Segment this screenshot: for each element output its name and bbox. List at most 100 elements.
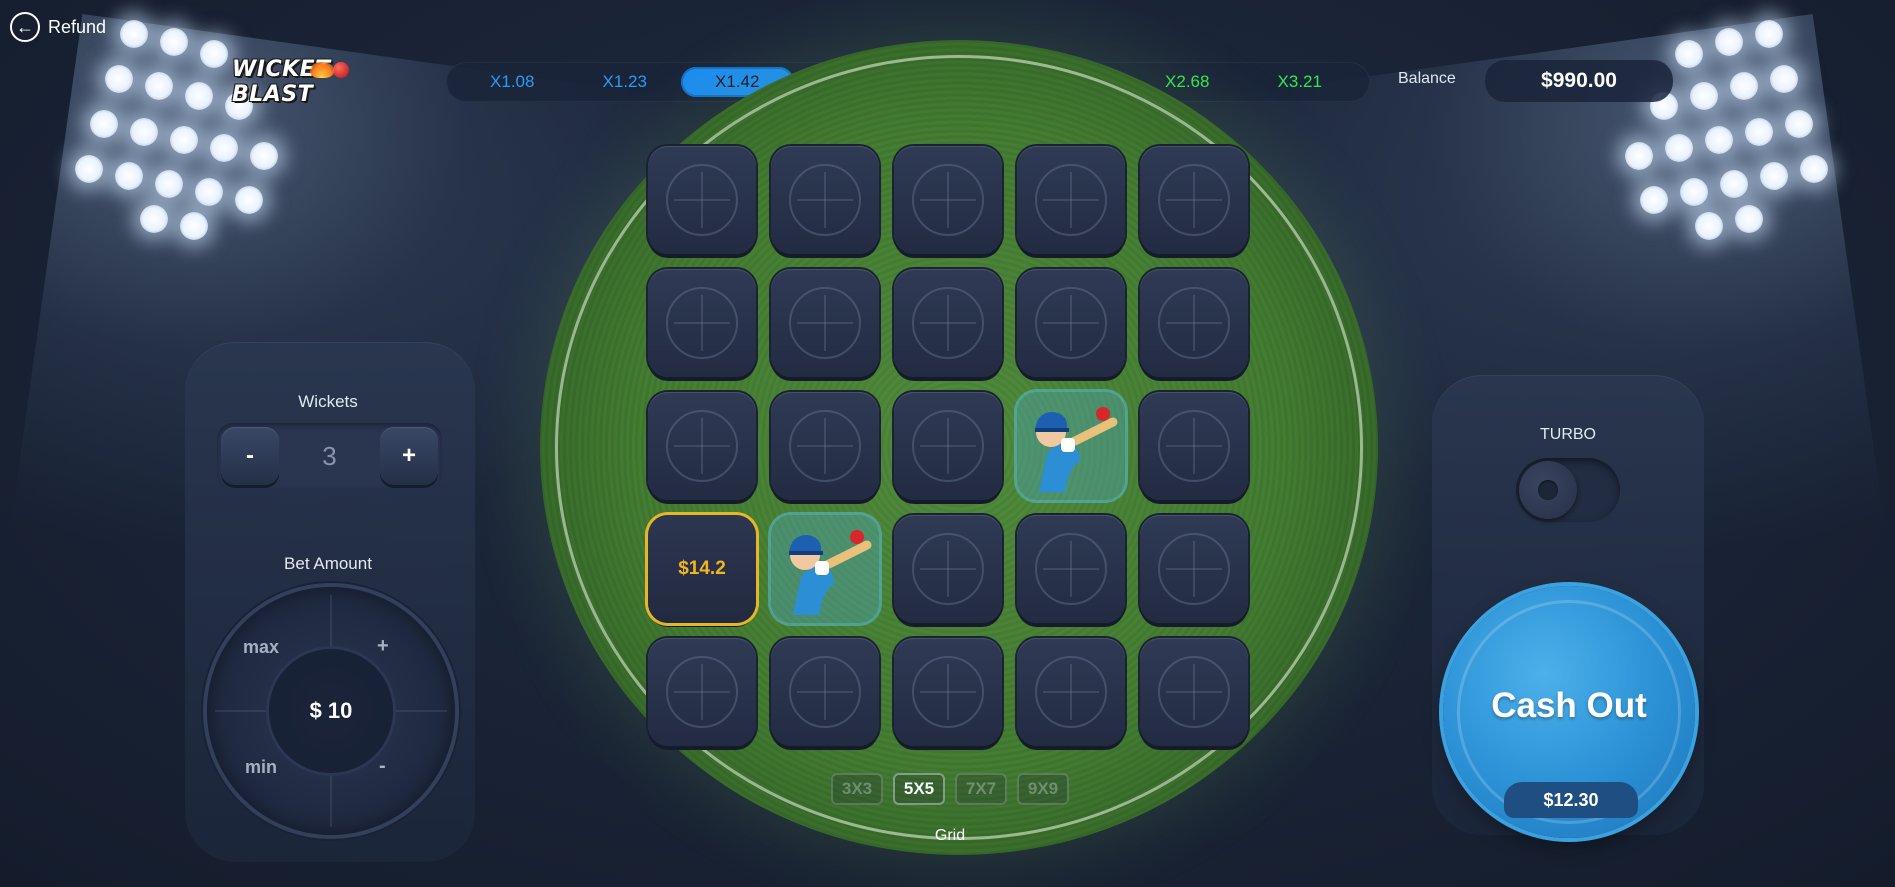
wickets-increase-button[interactable]: +	[380, 427, 438, 485]
crosshair-icon	[1158, 410, 1230, 482]
floodlight-bulb	[115, 162, 143, 190]
floodlight-bulb	[1695, 212, 1723, 240]
multiplier-step: X3.21	[1277, 72, 1322, 91]
board-tile[interactable]	[1017, 638, 1125, 746]
crosshair-icon	[912, 410, 984, 482]
toggle-knob	[1519, 461, 1577, 519]
board-tile-revealed-batter[interactable]	[771, 515, 879, 623]
floodlight-bulb	[1720, 170, 1748, 198]
crosshair-icon	[1158, 287, 1230, 359]
turbo-toggle[interactable]	[1516, 458, 1620, 522]
wickets-decrease-button[interactable]: -	[221, 427, 279, 485]
board-tile[interactable]	[894, 269, 1002, 377]
crosshair-icon	[1035, 287, 1107, 359]
floodlight-left-icon	[60, 20, 290, 240]
cash-out-amount: $12.30	[1504, 782, 1638, 818]
board-tile[interactable]	[1017, 515, 1125, 623]
cash-out-button[interactable]: Cash Out $12.30	[1443, 586, 1695, 838]
bet-increase-button[interactable]: +	[377, 635, 389, 658]
game-logo: WICKETBLAST	[232, 57, 408, 107]
floodlight-bulb	[120, 20, 148, 48]
floodlight-bulb	[1785, 110, 1813, 138]
board-tile[interactable]	[1140, 392, 1248, 500]
board-tile[interactable]	[1140, 515, 1248, 623]
balance-value: $990.00	[1485, 60, 1673, 102]
crosshair-icon	[789, 410, 861, 482]
grid-size-button[interactable]: 5X5	[893, 773, 945, 805]
board-tile[interactable]	[771, 146, 879, 254]
board-tile[interactable]	[648, 638, 756, 746]
crosshair-icon	[1158, 533, 1230, 605]
grid-size-button[interactable]: 9X9	[1017, 773, 1069, 805]
board-tile[interactable]	[1140, 146, 1248, 254]
crosshair-icon	[912, 656, 984, 728]
board-tile[interactable]	[648, 392, 756, 500]
floodlight-bulb	[140, 205, 168, 233]
floodlight-bulb	[1730, 72, 1758, 100]
floodlight-bulb	[90, 110, 118, 138]
floodlight-bulb	[210, 134, 238, 162]
board-tile[interactable]	[894, 638, 1002, 746]
floodlight-bulb	[1680, 178, 1708, 206]
bet-min-button[interactable]: min	[245, 757, 277, 778]
board-tile[interactable]	[648, 269, 756, 377]
floodlight-bulb	[1705, 126, 1733, 154]
floodlight-bulb	[1760, 162, 1788, 190]
floodlight-bulb	[250, 142, 278, 170]
tile-win-amount: $14.2	[678, 558, 726, 579]
floodlight-bulb	[1800, 155, 1828, 183]
bet-decrease-button[interactable]: -	[379, 755, 386, 778]
floodlight-bulb	[1640, 186, 1668, 214]
board-tile-revealed-win[interactable]: $14.2	[648, 515, 756, 623]
refund-button[interactable]: ← Refund	[10, 12, 106, 42]
bet-amount-dial: max + min - $ 10	[207, 587, 455, 835]
cash-out-label: Cash Out	[1491, 686, 1647, 725]
flame-icon	[310, 62, 334, 78]
floodlight-bulb	[1675, 40, 1703, 68]
floodlight-bulb	[1690, 82, 1718, 110]
crosshair-icon	[912, 287, 984, 359]
crosshair-icon	[1158, 164, 1230, 236]
floodlight-bulb	[160, 28, 188, 56]
wickets-label: Wickets	[298, 392, 358, 411]
crosshair-icon	[789, 656, 861, 728]
crosshair-icon	[666, 164, 738, 236]
grid-label: Grid	[934, 827, 966, 844]
bet-max-button[interactable]: max	[243, 637, 279, 658]
floodlight-right-icon	[1615, 20, 1845, 240]
grid-size-button[interactable]: 7X7	[955, 773, 1007, 805]
board-tile[interactable]	[894, 515, 1002, 623]
board-tile[interactable]	[1140, 269, 1248, 377]
board-tile[interactable]	[648, 146, 756, 254]
board-tile[interactable]	[771, 392, 879, 500]
back-arrow-icon: ←	[10, 12, 40, 42]
crosshair-icon	[666, 656, 738, 728]
floodlight-bulb	[75, 155, 103, 183]
board-tile[interactable]	[894, 146, 1002, 254]
balance-label: Balance	[1398, 70, 1456, 87]
floodlight-bulb	[105, 65, 133, 93]
floodlight-bulb	[1770, 65, 1798, 93]
floodlight-bulb	[170, 126, 198, 154]
wickets-value: 3	[322, 440, 337, 471]
board-tile[interactable]	[1017, 146, 1125, 254]
cricket-ball-icon	[332, 62, 349, 78]
refund-label: Refund	[48, 16, 107, 37]
bet-amount-label: Bet Amount	[284, 554, 372, 573]
crosshair-icon	[789, 287, 861, 359]
floodlight-bulb	[130, 118, 158, 146]
board-tile[interactable]	[1140, 638, 1248, 746]
board-tile[interactable]	[771, 269, 879, 377]
board-tile-revealed-batter[interactable]	[1017, 392, 1125, 500]
grid-size-button[interactable]: 3X3	[831, 773, 883, 805]
floodlight-bulb	[1665, 134, 1693, 162]
floodlight-bulb	[1715, 28, 1743, 56]
floodlight-bulb	[185, 82, 213, 110]
crosshair-icon	[912, 164, 984, 236]
board-tile[interactable]	[771, 638, 879, 746]
logo-text-right: BLAST	[232, 82, 314, 107]
board-tile[interactable]	[894, 392, 1002, 500]
turbo-label: TURBO	[1540, 426, 1596, 443]
floodlight-bulb	[145, 72, 173, 100]
board-tile[interactable]	[1017, 269, 1125, 377]
